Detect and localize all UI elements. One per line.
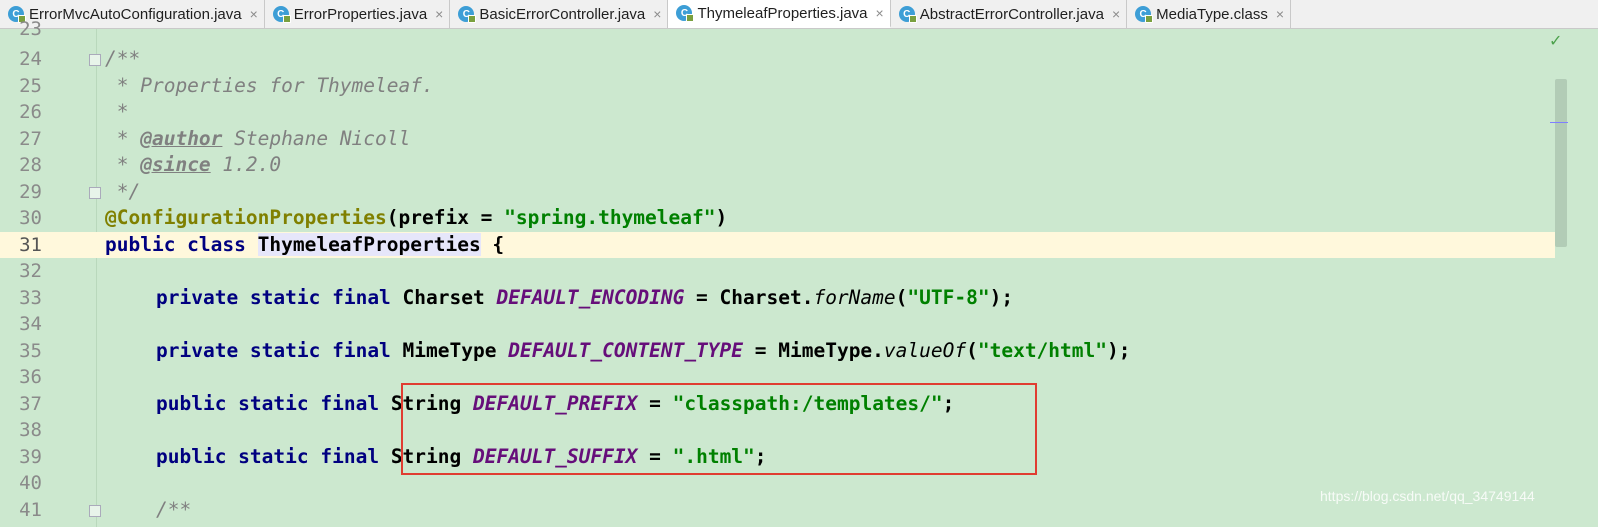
code-line[interactable]: 33 private static final Charset DEFAULT_…: [0, 285, 1555, 312]
line-number: 41: [19, 498, 42, 521]
error-stripe-marker[interactable]: [1550, 122, 1568, 123]
line-number: 38: [19, 419, 42, 441]
code-line[interactable]: 23: [0, 16, 1555, 43]
line-number: 23: [19, 18, 42, 40]
code-line[interactable]: 35 private static final MimeType DEFAULT…: [0, 338, 1555, 365]
javadoc-tag: @author: [140, 126, 223, 150]
fold-icon[interactable]: [89, 54, 101, 66]
code-line[interactable]: 30 @ConfigurationProperties(prefix = "sp…: [0, 205, 1555, 232]
code-text: /**: [105, 47, 141, 70]
code-text: private static final MimeType DEFAULT_CO…: [156, 338, 1131, 362]
code-text: */: [105, 179, 141, 203]
code-editor[interactable]: 23 24 /** 25 * Properties for Thymeleaf.…: [0, 18, 1598, 527]
line-number: 33: [19, 286, 42, 309]
line-number: 24: [19, 48, 42, 70]
code-text: /**: [156, 497, 192, 521]
fold-icon[interactable]: [89, 504, 101, 517]
code-text: * @since 1.2.0: [105, 153, 282, 176]
line-number: 39: [19, 445, 42, 468]
line-number: 34: [19, 313, 42, 335]
line-number: 32: [19, 260, 42, 282]
class-name-highlight: ThymeleafProperties: [257, 232, 481, 256]
line-number: 31: [19, 233, 42, 256]
line-number: 28: [19, 154, 42, 176]
code-text: *: [105, 100, 129, 123]
line-number: 27: [19, 127, 42, 150]
line-number: 26: [19, 101, 42, 123]
line-number: 40: [19, 472, 42, 494]
watermark: https://blog.csdn.net/qq_34749144: [1320, 488, 1535, 504]
line-number: 36: [19, 366, 42, 388]
code-line[interactable]: 24 /**: [0, 46, 1555, 73]
line-number: 30: [19, 207, 42, 229]
code-line-current[interactable]: 31 public class ThymeleafProperties {: [0, 231, 1555, 258]
code-line[interactable]: 32: [0, 258, 1555, 285]
line-number: 35: [19, 339, 42, 362]
code-text: * Properties for Thymeleaf.: [105, 73, 434, 97]
code-text: * @author Stephane Nicoll: [105, 126, 411, 150]
line-number: 25: [19, 74, 42, 97]
javadoc-tag: @since: [140, 153, 211, 176]
code-line[interactable]: 26 *: [0, 99, 1555, 126]
highlight-annotation-box: [401, 383, 1037, 475]
fold-icon[interactable]: [89, 186, 101, 199]
inspection-ok-icon: ✓: [1549, 31, 1563, 50]
code-text: @ConfigurationProperties(prefix = "sprin…: [105, 206, 728, 229]
code-line[interactable]: 34: [0, 311, 1555, 338]
line-number: 37: [19, 392, 42, 415]
code-text: private static final Charset DEFAULT_ENC…: [156, 285, 1014, 309]
line-number: 29: [19, 180, 42, 203]
code-line[interactable]: 29 */: [0, 179, 1555, 206]
code-line[interactable]: 28 * @since 1.2.0: [0, 152, 1555, 179]
code-text: public class ThymeleafProperties {: [105, 232, 505, 256]
code-line[interactable]: 27 * @author Stephane Nicoll: [0, 126, 1555, 153]
vertical-scrollbar[interactable]: [1555, 79, 1567, 247]
code-line[interactable]: 25 * Properties for Thymeleaf.: [0, 73, 1555, 100]
